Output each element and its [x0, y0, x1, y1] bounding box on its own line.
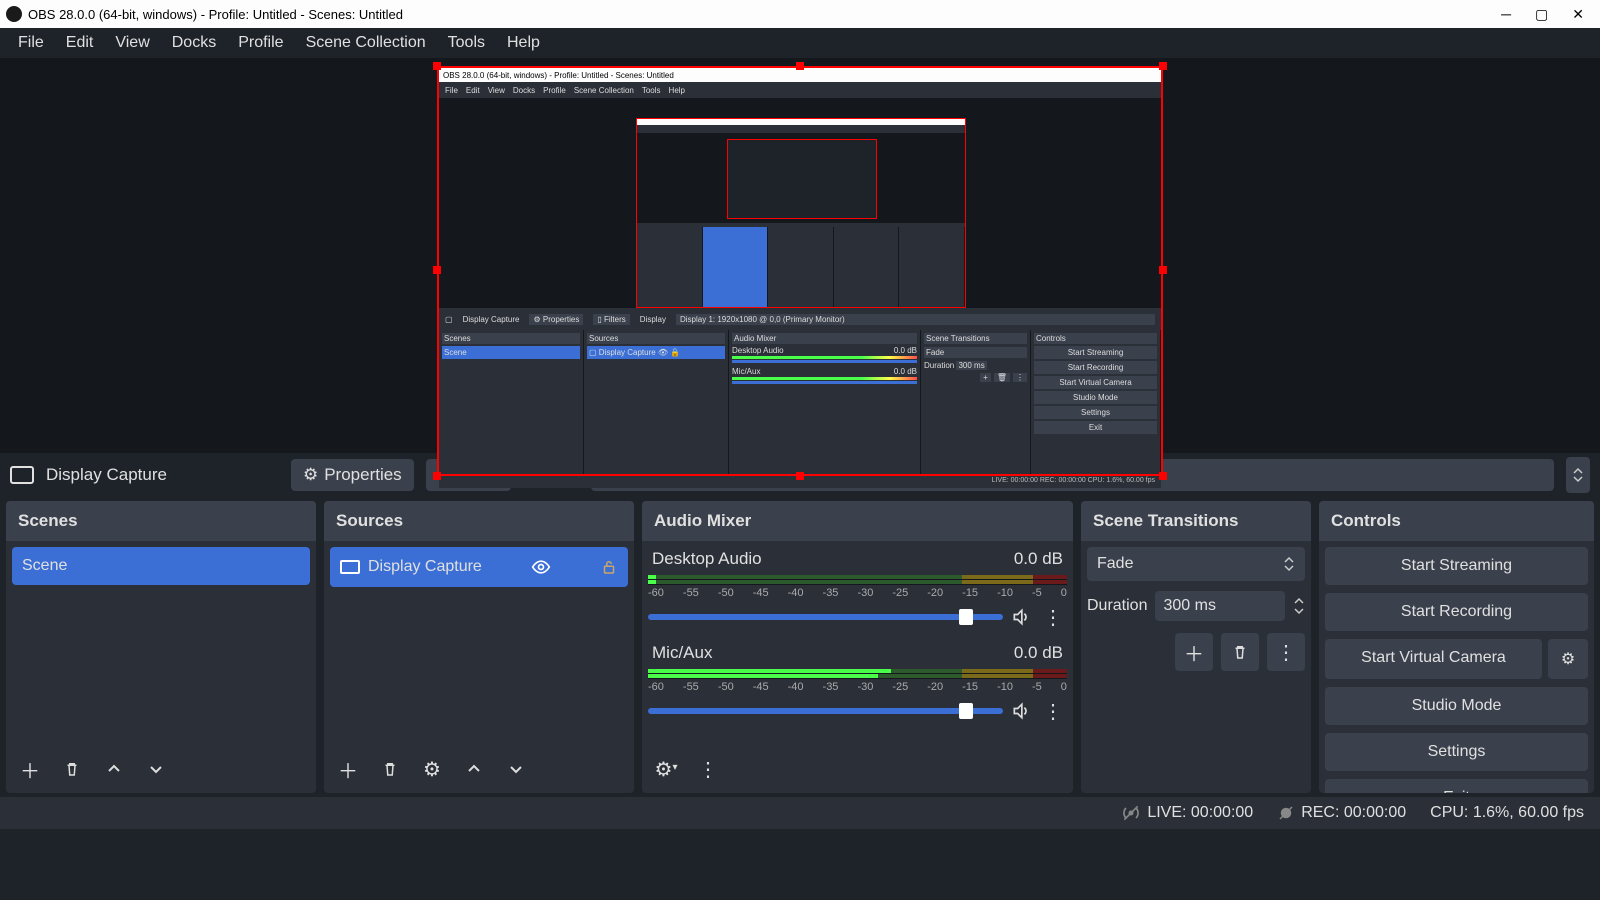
visibility-toggle-icon[interactable] — [531, 557, 551, 577]
channel-name: Desktop Audio — [652, 549, 762, 569]
menu-view[interactable]: View — [105, 30, 159, 56]
volume-slider[interactable] — [648, 614, 1003, 620]
channel-menu-button[interactable]: ⋮ — [1039, 603, 1067, 631]
controls-header: Controls — [1319, 501, 1594, 541]
resize-handle-w[interactable] — [433, 266, 441, 274]
transitions-header: Scene Transitions — [1081, 501, 1311, 541]
scene-move-down-button[interactable] — [138, 751, 174, 787]
slider-thumb[interactable] — [959, 703, 973, 719]
slider-thumb[interactable] — [959, 609, 973, 625]
meter-ticks: -60-55-50-45-40-35-30-25-20-15-10-50 — [648, 679, 1067, 695]
selection-bounds[interactable] — [437, 66, 1163, 476]
speaker-icon[interactable] — [1011, 607, 1031, 627]
mixer-advanced-button[interactable]: ⚙▾ — [648, 751, 684, 787]
studio-mode-button[interactable]: Studio Mode — [1325, 687, 1588, 725]
scene-transitions-dock: Scene Transitions Fade Duration 300 ms ＋… — [1081, 501, 1311, 793]
mixer-menu-button[interactable]: ⋮ — [690, 751, 726, 787]
audio-channel-desktop: Desktop Audio 0.0 dB -60-55-50-45-40-35-… — [648, 547, 1067, 631]
menu-help[interactable]: Help — [497, 30, 550, 56]
rec-status: REC: 00:00:00 — [1277, 804, 1406, 822]
window-title: OBS 28.0.0 (64-bit, windows) - Profile: … — [28, 7, 1501, 22]
resize-handle-e[interactable] — [1159, 266, 1167, 274]
scene-move-up-button[interactable] — [96, 751, 132, 787]
scenes-header: Scenes — [6, 501, 316, 541]
channel-level: 0.0 dB — [1014, 549, 1063, 569]
controls-dock: Controls Start Streaming Start Recording… — [1319, 501, 1594, 793]
remove-scene-button[interactable] — [54, 751, 90, 787]
channel-menu-button[interactable]: ⋮ — [1039, 697, 1067, 725]
audio-mixer-dock: Audio Mixer Desktop Audio 0.0 dB — [642, 501, 1073, 793]
menu-tools[interactable]: Tools — [438, 30, 495, 56]
main-menubar: File Edit View Docks Profile Scene Colle… — [0, 28, 1600, 58]
broadcast-icon — [1121, 803, 1141, 823]
remove-source-button[interactable] — [372, 751, 408, 787]
start-virtual-camera-button[interactable]: Start Virtual Camera — [1325, 639, 1542, 679]
virtual-camera-settings-button[interactable]: ⚙ — [1548, 639, 1588, 679]
scenes-dock: Scenes Scene ＋ — [6, 501, 316, 793]
audio-channel-mic: Mic/Aux 0.0 dB -60-55-50-45-40-35-30-25-… — [648, 641, 1067, 725]
resize-handle-se[interactable] — [1159, 472, 1167, 480]
add-transition-button[interactable]: ＋ — [1175, 633, 1213, 671]
source-item[interactable]: Display Capture — [330, 547, 628, 587]
resize-handle-s[interactable] — [796, 472, 804, 480]
volume-slider[interactable] — [648, 708, 1003, 714]
menu-file[interactable]: File — [8, 30, 54, 56]
display-icon — [10, 466, 34, 484]
source-move-up-button[interactable] — [456, 751, 492, 787]
start-streaming-button[interactable]: Start Streaming — [1325, 547, 1588, 585]
current-source-name: Display Capture — [46, 465, 167, 485]
resize-handle-n[interactable] — [796, 62, 804, 70]
audio-meter — [648, 669, 1067, 679]
transition-select[interactable]: Fade — [1087, 547, 1305, 581]
source-move-down-button[interactable] — [498, 751, 534, 787]
add-scene-button[interactable]: ＋ — [12, 751, 48, 787]
minimize-icon[interactable]: ─ — [1501, 6, 1511, 23]
add-source-button[interactable]: ＋ — [330, 751, 366, 787]
display-spinner[interactable] — [1566, 457, 1590, 493]
duration-input[interactable]: 300 ms — [1155, 591, 1285, 621]
scene-item[interactable]: Scene — [12, 547, 310, 585]
properties-button[interactable]: ⚙ Properties — [291, 459, 414, 491]
record-icon — [1277, 804, 1295, 822]
window-titlebar: OBS 28.0.0 (64-bit, windows) - Profile: … — [0, 0, 1600, 28]
start-recording-button[interactable]: Start Recording — [1325, 593, 1588, 631]
exit-button[interactable]: Exit — [1325, 779, 1588, 793]
menu-docks[interactable]: Docks — [162, 30, 226, 56]
resize-handle-nw[interactable] — [433, 62, 441, 70]
remove-transition-button[interactable] — [1221, 633, 1259, 671]
resize-handle-ne[interactable] — [1159, 62, 1167, 70]
menu-scene-collection[interactable]: Scene Collection — [296, 30, 436, 56]
close-icon[interactable]: ✕ — [1572, 6, 1584, 23]
channel-level: 0.0 dB — [1014, 643, 1063, 663]
settings-button[interactable]: Settings — [1325, 733, 1588, 771]
status-bar: LIVE: 00:00:00 REC: 00:00:00 CPU: 1.6%, … — [0, 797, 1600, 829]
source-properties-button[interactable]: ⚙ — [414, 751, 450, 787]
menu-profile[interactable]: Profile — [228, 30, 293, 56]
duration-spinner[interactable] — [1293, 595, 1305, 617]
channel-name: Mic/Aux — [652, 643, 712, 663]
cpu-status: CPU: 1.6%, 60.00 fps — [1430, 804, 1584, 822]
menu-edit[interactable]: Edit — [56, 30, 104, 56]
sources-dock: Sources Display Capture ＋ ⚙ — [324, 501, 634, 793]
transition-menu-button[interactable]: ⋮ — [1267, 633, 1305, 671]
audio-mixer-header: Audio Mixer — [642, 501, 1073, 541]
live-status: LIVE: 00:00:00 — [1121, 803, 1253, 823]
audio-meter — [648, 575, 1067, 585]
meter-ticks: -60-55-50-45-40-35-30-25-20-15-10-50 — [648, 585, 1067, 601]
maximize-icon[interactable]: ▢ — [1535, 6, 1548, 23]
speaker-icon[interactable] — [1011, 701, 1031, 721]
sources-header: Sources — [324, 501, 634, 541]
duration-label: Duration — [1087, 597, 1147, 615]
lock-toggle-icon[interactable] — [600, 558, 618, 576]
resize-handle-sw[interactable] — [433, 472, 441, 480]
preview-canvas[interactable]: OBS 28.0.0 (64-bit, windows) - Profile: … — [0, 58, 1600, 453]
gear-icon: ⚙ — [303, 465, 318, 485]
obs-app-icon — [6, 6, 22, 22]
display-icon — [340, 560, 360, 574]
